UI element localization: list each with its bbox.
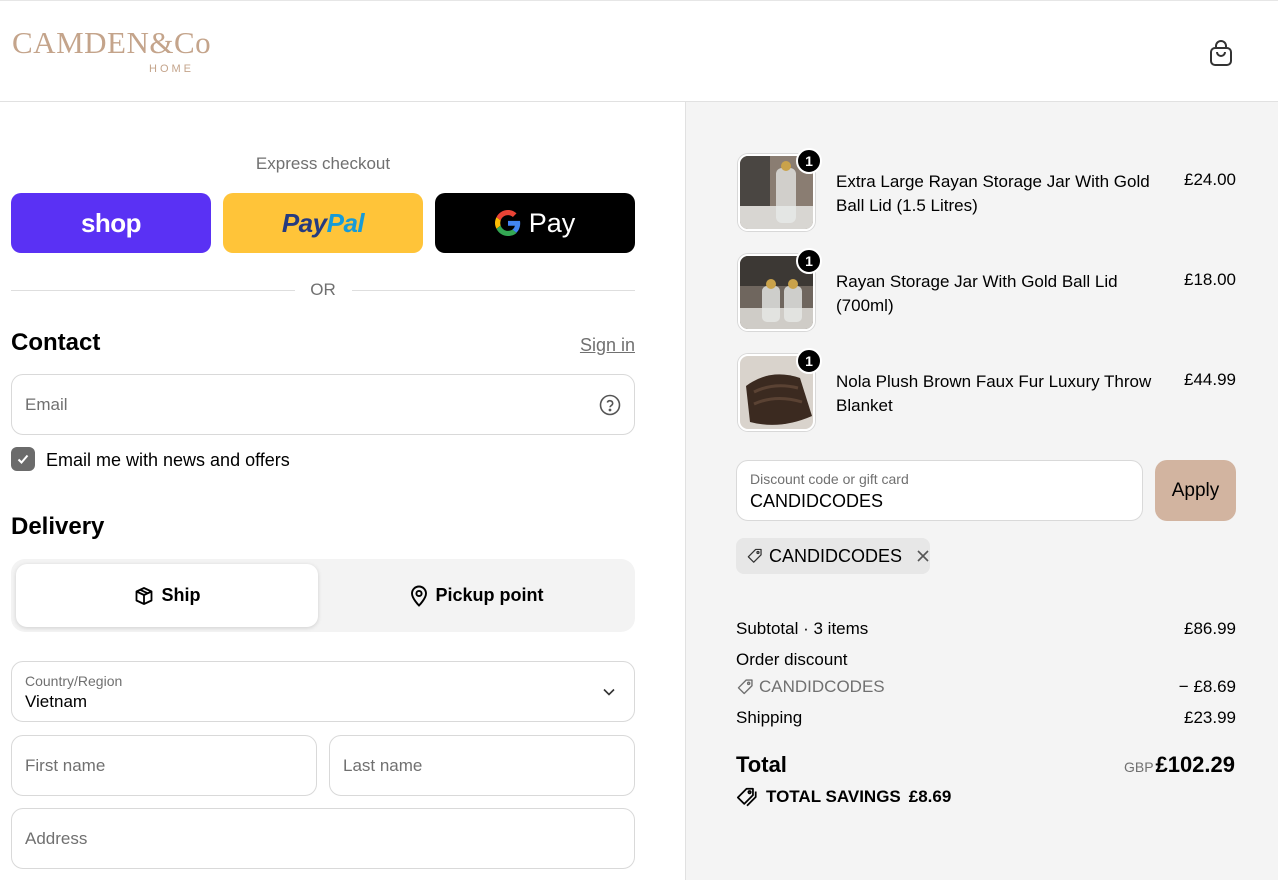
help-circle-icon[interactable]: [599, 394, 621, 416]
cart-button[interactable]: [1206, 38, 1236, 68]
paypal-logo: PayPal: [281, 207, 365, 239]
contact-title: Contact: [11, 329, 101, 356]
discount-label: Discount code or gift card: [750, 471, 909, 487]
address-field[interactable]: Address: [11, 808, 635, 869]
item-name: Nola Plush Brown Faux Fur Luxury Throw B…: [836, 372, 1152, 415]
total-savings-value: £8.69: [908, 787, 952, 806]
delivery-method-toggle: Ship Pickup point: [11, 559, 635, 632]
discount-value: CANDIDCODES: [750, 491, 884, 511]
first-name-placeholder: First name: [25, 756, 106, 775]
item-price: £44.99: [1184, 370, 1236, 389]
country-label: Country/Region: [25, 673, 123, 689]
remove-discount-button[interactable]: [916, 549, 930, 563]
email-placeholder: Email: [25, 395, 68, 414]
checkout-form: Express checkout shop PayPal Pay OR Cont…: [0, 102, 685, 880]
sign-in-link[interactable]: Sign in: [560, 335, 635, 356]
google-g-icon: [494, 210, 520, 236]
order-discount-row: Order discount: [736, 650, 1236, 670]
order-discount-code-row: CANDIDCODES − £8.69: [736, 677, 1236, 701]
google-pay-label: Pay: [528, 207, 576, 238]
item-name: Rayan Storage Jar With Gold Ball Lid (70…: [836, 272, 1118, 315]
item-price: £24.00: [1184, 170, 1236, 189]
shop-pay-label: shop: [80, 207, 142, 238]
map-pin-icon: [410, 585, 427, 607]
newsletter-label: Email me with news and offers: [46, 450, 290, 470]
total-value: £102.29: [1155, 752, 1235, 777]
shipping-value: £23.99: [1184, 708, 1236, 727]
first-name-field[interactable]: First name: [11, 735, 317, 796]
delivery-title: Delivery: [11, 513, 105, 540]
item-price: £18.00: [1184, 270, 1236, 289]
quantity-badge: 1: [796, 148, 822, 174]
line-item: 1 Nola Plush Brown Faux Fur Luxury Throw…: [736, 348, 1236, 434]
country-select[interactable]: Country/Region Vietnam: [11, 661, 635, 722]
applied-discount-code: CANDIDCODES: [768, 545, 902, 566]
item-name: Extra Large Rayan Storage Jar With Gold …: [836, 172, 1150, 215]
chevron-down-icon: [603, 688, 615, 696]
subtotal-value: £86.99: [1184, 619, 1236, 638]
country-value: Vietnam: [25, 692, 88, 711]
google-pay-button[interactable]: Pay: [435, 193, 635, 253]
package-icon: [135, 586, 152, 605]
or-divider: OR: [11, 280, 635, 300]
brand-name: CAMDEN&Co: [12, 25, 212, 60]
address-placeholder: Address: [25, 829, 88, 848]
newsletter-checkbox[interactable]: [11, 447, 35, 471]
or-text: OR: [310, 280, 336, 299]
order-summary: 1 Extra Large Rayan Storage Jar With Gol…: [685, 102, 1278, 880]
last-name-field[interactable]: Last name: [329, 735, 635, 796]
order-discount-code: CANDIDCODES: [759, 677, 885, 696]
total-savings-label: TOTAL SAVINGS: [766, 787, 901, 806]
tags-icon: [736, 787, 757, 807]
discount-code-field[interactable]: Discount code or gift card CANDIDCODES: [736, 460, 1143, 521]
tag-icon: [737, 679, 753, 695]
paypal-button[interactable]: PayPal: [223, 193, 423, 253]
close-icon: [917, 550, 929, 562]
delivery-option-pickup-label: Pickup point: [435, 585, 544, 605]
brand-subtitle: HOME: [149, 63, 194, 75]
shop-pay-button[interactable]: shop: [11, 193, 211, 253]
order-discount-label: Order discount: [736, 650, 848, 669]
quantity-badge: 1: [796, 248, 822, 274]
line-item: 1 Extra Large Rayan Storage Jar With Gol…: [736, 148, 1236, 234]
brand-logo[interactable]: CAMDEN&Co HOME: [12, 26, 222, 81]
line-item: 1 Rayan Storage Jar With Gold Ball Lid (…: [736, 248, 1236, 334]
express-checkout-title: Express checkout: [255, 154, 391, 173]
apply-discount-button[interactable]: Apply: [1155, 460, 1236, 521]
delivery-option-pickup[interactable]: Pickup point: [323, 564, 630, 627]
applied-discount-chip: CANDIDCODES: [736, 538, 930, 574]
delivery-option-ship-label: Ship: [161, 585, 201, 605]
tag-icon: [747, 548, 762, 563]
subtotal-row: Subtotal · 3 items £86.99: [736, 619, 1236, 639]
total-label: Total: [736, 752, 787, 777]
paypal-logo-pal: Pal: [326, 207, 365, 238]
last-name-placeholder: Last name: [343, 756, 423, 775]
email-field[interactable]: Email: [11, 374, 635, 435]
site-header: CAMDEN&Co HOME: [0, 0, 1278, 102]
checkmark-icon: [17, 454, 29, 464]
delivery-option-ship[interactable]: Ship: [16, 564, 318, 627]
total-savings: TOTAL SAVINGS £8.69: [736, 786, 951, 808]
shipping-row: Shipping £23.99: [736, 708, 1236, 728]
quantity-badge: 1: [796, 348, 822, 374]
paypal-logo-pay: Pay: [281, 207, 327, 238]
total-currency: GBP: [1124, 759, 1154, 775]
shopping-bag-icon: [1210, 40, 1232, 66]
order-discount-value: − £8.69: [1178, 677, 1236, 696]
shipping-label: Shipping: [736, 708, 803, 727]
subtotal-label: Subtotal · 3 items: [736, 619, 869, 638]
